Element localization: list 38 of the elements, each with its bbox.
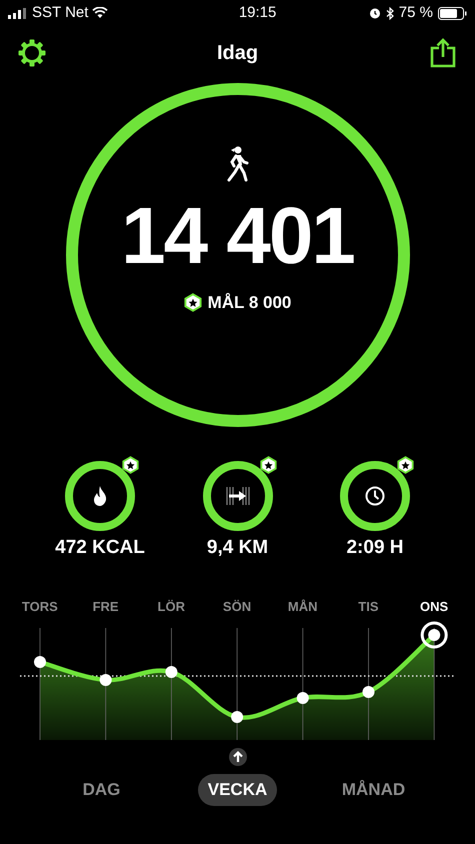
data-point[interactable]: [34, 656, 46, 668]
alarm-icon: [368, 7, 381, 19]
period-tab[interactable]: DAG: [36, 774, 168, 806]
distance-arrow-icon: [224, 486, 250, 506]
metric-value: 472 KCAL: [55, 536, 145, 560]
clock-time: 19:15: [238, 2, 276, 23]
metric-value: 2:09 H: [346, 536, 404, 560]
page-title: Idag: [216, 41, 258, 66]
settings-button[interactable]: [16, 37, 48, 69]
metric-ring: [339, 460, 411, 532]
day-label[interactable]: TIS: [358, 596, 379, 616]
goal-label: MÅL 8 000: [208, 292, 292, 314]
metric-value: 9,4 KM: [206, 536, 268, 560]
clock-icon: [365, 486, 385, 506]
wifi-icon: [92, 7, 108, 19]
data-point[interactable]: [231, 711, 244, 723]
data-point[interactable]: [362, 686, 374, 698]
selected-data-point[interactable]: [420, 622, 448, 648]
day-label[interactable]: SÖN: [222, 596, 252, 616]
metric-ring: [64, 460, 136, 532]
battery-percent: 75 %: [398, 2, 433, 23]
day-label[interactable]: ONS: [420, 596, 448, 616]
period-tab[interactable]: MÅNAD: [308, 774, 440, 806]
day-label[interactable]: MÅN: [288, 596, 318, 616]
walking-person-icon: [224, 146, 250, 182]
day-label[interactable]: LÖR: [158, 596, 185, 616]
signal-icon: [8, 8, 28, 18]
bluetooth-icon: [386, 6, 394, 20]
data-point[interactable]: [100, 674, 112, 686]
day-label[interactable]: FRE: [92, 596, 119, 616]
metric-ring: [202, 460, 274, 532]
battery-icon: [438, 6, 467, 20]
carrier-name: SST Net: [32, 2, 88, 23]
data-point[interactable]: [296, 692, 309, 704]
step-count: 14 401: [121, 190, 354, 282]
flame-icon: [93, 486, 107, 506]
day-label[interactable]: TORS: [22, 596, 58, 616]
data-point[interactable]: [165, 666, 178, 678]
